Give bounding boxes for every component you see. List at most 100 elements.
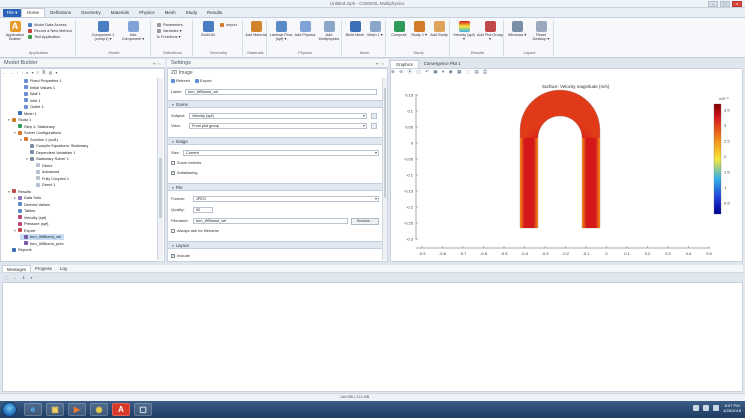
always-ask-checkbox[interactable]: Always ask for filename <box>171 228 219 234</box>
browse-button[interactable]: Browse... <box>351 218 379 225</box>
start-button[interactable] <box>2 402 17 417</box>
tab-convergence-plot[interactable]: Convergence Plot 1 <box>419 60 466 68</box>
filename-input[interactable]: turn_WBtumd_vel <box>193 218 348 224</box>
tab-definitions[interactable]: Definitions <box>45 10 76 15</box>
subject-select[interactable]: Velocity (spf) <box>189 113 367 119</box>
tab-progress[interactable]: Progress <box>31 265 56 272</box>
study1-button[interactable]: Study 1 ▾ <box>408 21 430 37</box>
tab-materials[interactable]: Materials <box>106 10 134 15</box>
add-study-button[interactable]: Add Study <box>428 21 450 37</box>
label-input[interactable]: turn_WBtumd_vel <box>185 89 377 95</box>
tree-node[interactable]: Wall 1 <box>20 91 41 97</box>
file-explorer-button[interactable]: ▣ <box>46 403 64 416</box>
chrome-button[interactable]: ◉ <box>90 403 108 416</box>
comsol-taskbar-button[interactable]: A <box>112 403 130 416</box>
tree-node[interactable]: Fixed Properties 1 <box>20 78 62 84</box>
tree-node[interactable]: Step 1: Stationary <box>14 124 55 130</box>
minimize-button[interactable]: – <box>708 1 718 7</box>
window-switcher-button[interactable]: ▢ <box>134 403 152 416</box>
maximize-button[interactable]: □ <box>720 1 730 7</box>
tab-physics[interactable]: Physics <box>134 10 160 15</box>
tree-node[interactable]: Direct 1 <box>32 182 55 188</box>
messages-toolbar[interactable]: ⬚ ↔ ⬇ ▾ <box>4 275 34 280</box>
tab-study[interactable]: Study <box>181 10 203 15</box>
model-builder-toolbar[interactable]: ← → ↑ ↓ ▸ ▾ ≡ ≣ ▤ ▾ <box>2 70 163 77</box>
add-material-button[interactable]: Add Material <box>245 21 267 37</box>
tab-log[interactable]: Log <box>56 265 71 272</box>
tab-geometry[interactable]: Geometry <box>76 10 106 15</box>
tree-node[interactable]: ▾ Stationary Solver 1 <box>26 156 69 162</box>
model-tree-scrollbar[interactable] <box>157 78 163 260</box>
tree-node[interactable]: Derived Values <box>14 202 50 208</box>
tree-node[interactable]: ▾ Solution 1 (sol1) <box>20 137 58 143</box>
antialiasing-checkbox[interactable]: ✓ Antialiasing <box>171 170 197 176</box>
clock[interactable]: 8:07 PM 4/26/2018 <box>723 403 741 413</box>
media-player-button[interactable]: ▶ <box>68 403 86 416</box>
mesh1-button[interactable]: Mesh 1 ▾ <box>364 21 386 37</box>
view-goto-button[interactable] <box>371 123 377 129</box>
reset-desktop-button[interactable]: Reset Desktop ▾ <box>530 21 552 42</box>
tree-node[interactable]: Initial Values 1 <box>20 85 55 91</box>
volume-icon[interactable] <box>703 405 710 411</box>
panel-controls-icon[interactable]: ▾ ▫ × <box>153 59 161 68</box>
refresh-button[interactable]: Refresh <box>171 78 190 83</box>
velocity-plot-button[interactable]: Velocity (spf) ▾ <box>452 21 476 42</box>
size-select[interactable]: Current <box>183 150 379 156</box>
tree-node[interactable]: Inlet 1 <box>20 98 41 104</box>
tab-mesh[interactable]: Mesh <box>160 10 181 15</box>
tree-node[interactable]: Dependent Variables 1 <box>26 150 75 156</box>
image-section[interactable]: ▾ Image <box>168 137 383 145</box>
format-select[interactable]: JPEG <box>193 196 379 202</box>
tab-messages[interactable]: Messages <box>2 265 32 272</box>
settings-controls-icon[interactable]: ▾ ▫ × <box>376 59 384 68</box>
settings-scrollbar[interactable] <box>382 78 387 260</box>
include-checkbox[interactable]: ✓ Include <box>171 253 190 259</box>
tree-node[interactable]: ▾ Export <box>14 228 35 234</box>
file-section[interactable]: ▾ File <box>168 183 383 191</box>
tab-results[interactable]: Results <box>202 10 227 15</box>
tree-node[interactable]: Advanced <box>32 169 59 175</box>
tree-node[interactable]: Fully Coupled 1 <box>32 176 69 182</box>
tree-node[interactable]: Mesh 1 <box>14 111 37 117</box>
import-item[interactable]: Import <box>220 22 237 28</box>
zoom-extents-checkbox[interactable]: Zoom extents <box>171 160 201 166</box>
application-builder-button[interactable]: A Application Builder <box>4 21 26 42</box>
scene-section[interactable]: ▾ Scene <box>168 100 383 108</box>
build-mesh-button[interactable]: Build Mesh <box>344 21 366 37</box>
windows-button[interactable]: Windows ▾ <box>506 21 528 37</box>
add-physics-button[interactable]: Add Physics <box>294 21 316 37</box>
component-button[interactable]: Component 1 (comp1) ▾ <box>90 21 116 42</box>
graphics-toolbar[interactable]: ⊕ ⊖ ⦿ ▢ ↶ ▣ ▾ ◉ ▦ ⬚ ▤ ⎙ <box>391 69 741 77</box>
compute-button[interactable]: Compute <box>388 21 410 37</box>
tree-node[interactable]: Reports <box>8 247 32 253</box>
functions-item[interactable]: fx Functions ▾ <box>157 34 183 40</box>
tree-node[interactable]: turn_WBtumd_vel <box>20 234 64 240</box>
laminar-flow-button[interactable]: Laminar Flow (spf) ▾ <box>269 21 293 42</box>
layout-section[interactable]: ▾ Layout <box>168 241 383 249</box>
network-icon[interactable] <box>693 405 700 411</box>
tree-node[interactable]: ▾ Solver Configurations <box>14 130 61 136</box>
view-select[interactable]: From plot group <box>189 123 367 129</box>
build-all-button[interactable]: Build All <box>197 21 219 37</box>
tree-node[interactable]: Compile Equations: Stationary <box>26 143 88 149</box>
tree-node[interactable]: ▾ Results <box>8 189 31 195</box>
export-button[interactable]: Export <box>195 78 212 83</box>
tree-node[interactable]: Outlet 1 <box>20 104 44 110</box>
file-menu-button[interactable]: File ▾ <box>3 8 21 17</box>
tab-graphics[interactable]: Graphics <box>390 60 419 68</box>
scroll-thumb[interactable] <box>159 158 162 218</box>
tab-home[interactable]: Home <box>21 8 46 17</box>
flag-icon[interactable] <box>713 405 720 411</box>
scroll-thumb[interactable] <box>384 88 386 198</box>
subject-goto-button[interactable] <box>371 113 377 119</box>
graphics-canvas[interactable]: Surface: Velocity magnitude (m/s) 0.15 0.… <box>392 78 742 258</box>
add-plot-group-button[interactable]: Add Plot Group ▾ <box>477 21 503 42</box>
tree-node[interactable]: Velocity (spf) <box>14 215 46 221</box>
quality-input[interactable]: 92 <box>193 207 213 213</box>
tree-node[interactable]: turn_WBtumd_pres <box>20 241 64 247</box>
tree-node[interactable]: Direct <box>32 163 52 169</box>
test-application-item[interactable]: Test Application <box>28 34 72 40</box>
tree-node[interactable]: Pressure (spf) <box>14 221 48 227</box>
close-button[interactable]: × <box>732 1 742 7</box>
tree-node[interactable]: ▾ Study 1 <box>8 117 31 123</box>
